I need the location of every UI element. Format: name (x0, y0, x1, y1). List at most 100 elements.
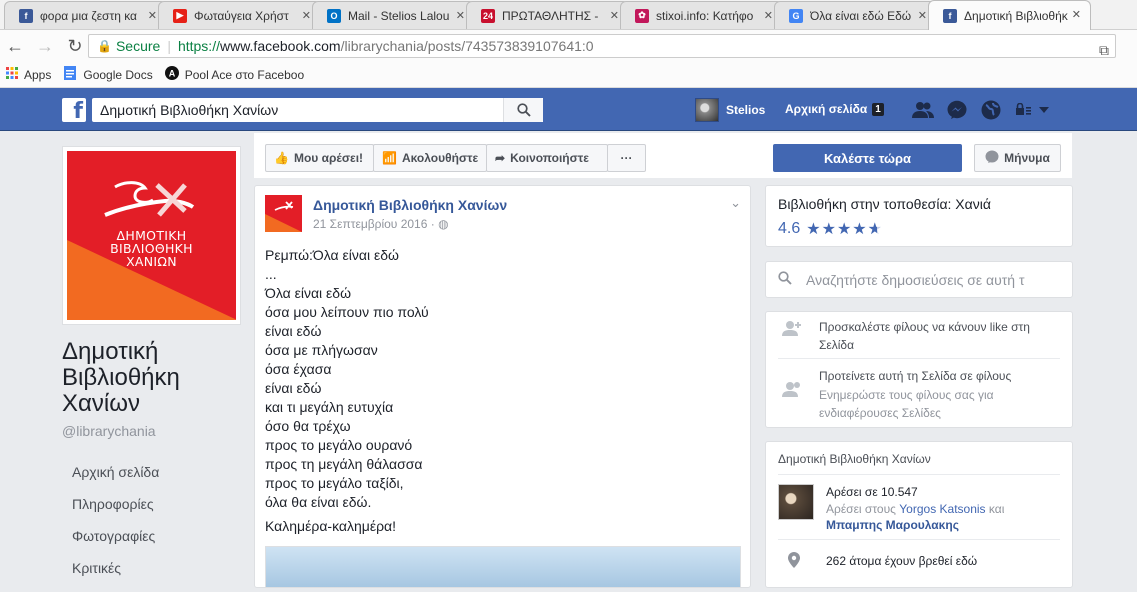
share-button[interactable]: ➦ Κοινοποιήστε (486, 144, 608, 172)
top-bar-icons (912, 99, 1064, 121)
reload-button[interactable]: ↻ (60, 36, 90, 57)
browser-tab-strip: f φορα μια ζεστη κα ✕ ▶ Φωταύγεια Χρήστ ✕ O Mai… (0, 0, 1137, 30)
page-profile-picture[interactable]: ΔΗΜΟΤΙΚΗ ΒΙΒΛΙΟΘΗΚΗ ΧΑΝΙΩΝ (62, 146, 241, 325)
apps-grid-icon (6, 67, 18, 82)
friend-requests-icon[interactable] (912, 99, 934, 121)
tab-favicon-icon: ✿ (635, 8, 649, 23)
url-bar[interactable]: 🔒 Secure | https://www.facebook.com/libr… (88, 34, 1116, 58)
google-docs-icon (63, 66, 77, 83)
post-text-line: προς το μεγάλο ουρανό (265, 437, 413, 453)
post-text-line: όσα έχασα (265, 361, 332, 377)
invite-friends-text: Προσκαλέστε φίλους να κάνουν like στη Σε… (819, 320, 1030, 352)
translate-icon[interactable]: ⧉ (1099, 42, 1109, 59)
home-link[interactable]: Αρχική σελίδα 1 (785, 102, 884, 116)
post-date-text: 21 Σεπτεμβρίου 2016 · (313, 217, 435, 231)
post-author-avatar[interactable] (265, 195, 302, 232)
messenger-bubble-icon (985, 150, 999, 167)
page-category[interactable]: Βιβλιοθήκη στην τοποθεσία: Χανιά (778, 196, 991, 212)
bookmark-google-docs[interactable]: Google Docs (63, 66, 153, 83)
post-search-placeholder: Αναζητήστε δημοσιεύσεις σε αυτή τ (806, 271, 1025, 288)
tab-title: Φωταύγεια Χρήστ (194, 8, 289, 23)
liker-avatar[interactable] (778, 484, 814, 520)
messenger-icon[interactable] (946, 99, 968, 121)
forward-button[interactable]: → (30, 36, 60, 57)
search-icon (516, 103, 531, 117)
page-left-column: ΔΗΜΟΤΙΚΗ ΒΙΒΛΙΟΘΗΚΗ ΧΑΝΙΩΝ Δημοτική Βιβλιο… (62, 146, 242, 592)
liker-link[interactable]: Yorgos Katsonis (899, 502, 985, 516)
divider (778, 474, 1060, 475)
post-card: Δημοτική Βιβλιοθήκη Χανίων 21 Σεπτεμβρίο… (254, 185, 751, 588)
close-tab-icon[interactable]: ✕ (148, 9, 157, 22)
tab-favicon-icon: ▶ (173, 8, 187, 23)
tab-favicon-icon: O (327, 8, 341, 23)
bookmark-apps[interactable]: Apps (6, 67, 51, 82)
close-tab-icon[interactable]: ✕ (610, 9, 619, 22)
page-nav-photos[interactable]: Φωτογραφίες (62, 528, 242, 560)
profile-link[interactable]: Stelios (695, 98, 765, 122)
tab-favicon-icon: f (19, 8, 33, 23)
tab-favicon-icon: f (943, 8, 957, 23)
suggest-page-title: Προτείνετε αυτή τη Σελίδα σε φίλους (819, 369, 1012, 383)
pool-ace-icon: A (164, 66, 179, 83)
browser-tab[interactable]: f Δημοτική Βιβλιοθήκ ✕ (928, 0, 1091, 30)
notifications-globe-icon[interactable] (980, 99, 1002, 121)
close-tab-icon[interactable]: ✕ (456, 9, 465, 22)
like-label: Μου αρέσει! (293, 151, 364, 165)
browser-tab[interactable]: G Όλα είναι εδώ Εδώ ✕ (774, 1, 937, 29)
post-text-line: προς τη μεγάλη θάλασσα (265, 456, 423, 472)
svg-text:A: A (168, 69, 175, 79)
tab-title: stixoi.info: Κατήφο (656, 8, 754, 23)
browser-tab[interactable]: f φορα μια ζεστη κα ✕ (4, 1, 167, 29)
library-logo: ΔΗΜΟΤΙΚΗ ΒΙΒΛΙΟΘΗΚΗ ΧΑΝΙΩΝ (67, 151, 236, 320)
url-scheme: https:// (177, 38, 220, 54)
close-tab-icon[interactable]: ✕ (1072, 8, 1081, 21)
close-tab-icon[interactable]: ✕ (302, 9, 311, 22)
suggest-friends-icon (782, 381, 802, 400)
follow-label: Ακολουθήστε (401, 151, 479, 165)
like-page-button[interactable]: 👍 Μου αρέσει! (265, 144, 374, 172)
post-image[interactable] (265, 546, 741, 587)
page-nav-reviews[interactable]: Κριτικές (62, 560, 242, 592)
browser-tab[interactable]: O Mail - Stelios Lalou ✕ (312, 1, 475, 29)
page-rating[interactable]: 4.6 ★★★★★ ★ (778, 219, 883, 239)
globe-icon: ◍ (438, 217, 449, 231)
message-button[interactable]: Μήνυμα (974, 144, 1061, 172)
tab-title: Δημοτική Βιβλιοθήκ (964, 8, 1068, 23)
page-title[interactable]: Δημοτική Βιβλιοθήκη Χανίων (62, 339, 242, 417)
post-text-line: Ρεμπώ:Όλα είναι εδώ (265, 247, 399, 263)
search-button[interactable] (503, 98, 543, 122)
browser-tab[interactable]: ▶ Φωταύγεια Χρήστ ✕ (158, 1, 321, 29)
back-button[interactable]: ← (0, 36, 30, 57)
more-options-button[interactable]: ··· (607, 144, 646, 172)
follow-button[interactable]: 📶 Ακολουθήστε (373, 144, 487, 172)
facebook-logo[interactable]: f (62, 98, 86, 122)
post-date[interactable]: 21 Σεπτεμβρίου 2016 · ◍ (313, 217, 449, 231)
page-handle[interactable]: @librarychania (62, 423, 242, 439)
page-nav-home[interactable]: Αρχική σελίδα (62, 464, 242, 496)
facebook-top-bar: f Δημοτική Βιβλιοθήκη Χανίων Stelios Αρχ… (0, 88, 1137, 131)
post-text-line: όσα μου λείπουν πιο πολύ (265, 304, 429, 320)
post-author[interactable]: Δημοτική Βιβλιοθήκη Χανίων (313, 197, 507, 213)
page-nav-about[interactable]: Πληροφορίες (62, 496, 242, 528)
liker-link[interactable]: Μπαμπης Μαρουλακης (826, 518, 959, 532)
post-text-line: όλα θα είναι εδώ. (265, 494, 372, 510)
call-now-button[interactable]: Καλέστε τώρα (773, 144, 962, 172)
post-text-line: προς το μεγάλο ταξίδι, (265, 475, 404, 491)
post-search-box[interactable]: Αναζητήστε δημοσιεύσεις σε αυτή τ (765, 261, 1073, 298)
bookmark-pool-ace[interactable]: A Pool Ace στο Faceboo (164, 66, 304, 83)
tab-favicon-icon: 24 (481, 8, 495, 23)
share-label: Κοινοποιήστε (510, 151, 589, 165)
close-tab-icon[interactable]: ✕ (918, 9, 927, 22)
account-menu-icon[interactable] (1014, 99, 1052, 121)
location-pin-icon (788, 552, 800, 571)
home-count-badge: 1 (872, 102, 884, 116)
url-separator: | (167, 38, 171, 54)
star-rating-icon: ★★★★★ ★ (806, 221, 883, 238)
browser-tab[interactable]: ✿ stixoi.info: Κατήφο ✕ (620, 1, 783, 29)
page-navigation: Αρχική σελίδα Πληροφορίες Φωτογραφίες Κρ… (62, 464, 242, 592)
close-tab-icon[interactable]: ✕ (764, 9, 773, 22)
facebook-search-input[interactable]: Δημοτική Βιβλιοθήκη Χανίων (92, 98, 543, 122)
likers-text: Αρέσει στους Yorgos Katsonis και Μπαμπης… (826, 502, 1005, 532)
browser-tab[interactable]: 24 ΠΡΩΤΑΘΛΗΤΗΣ - ✕ (466, 1, 629, 29)
post-options-chevron-icon[interactable]: ⌄ (730, 195, 741, 211)
